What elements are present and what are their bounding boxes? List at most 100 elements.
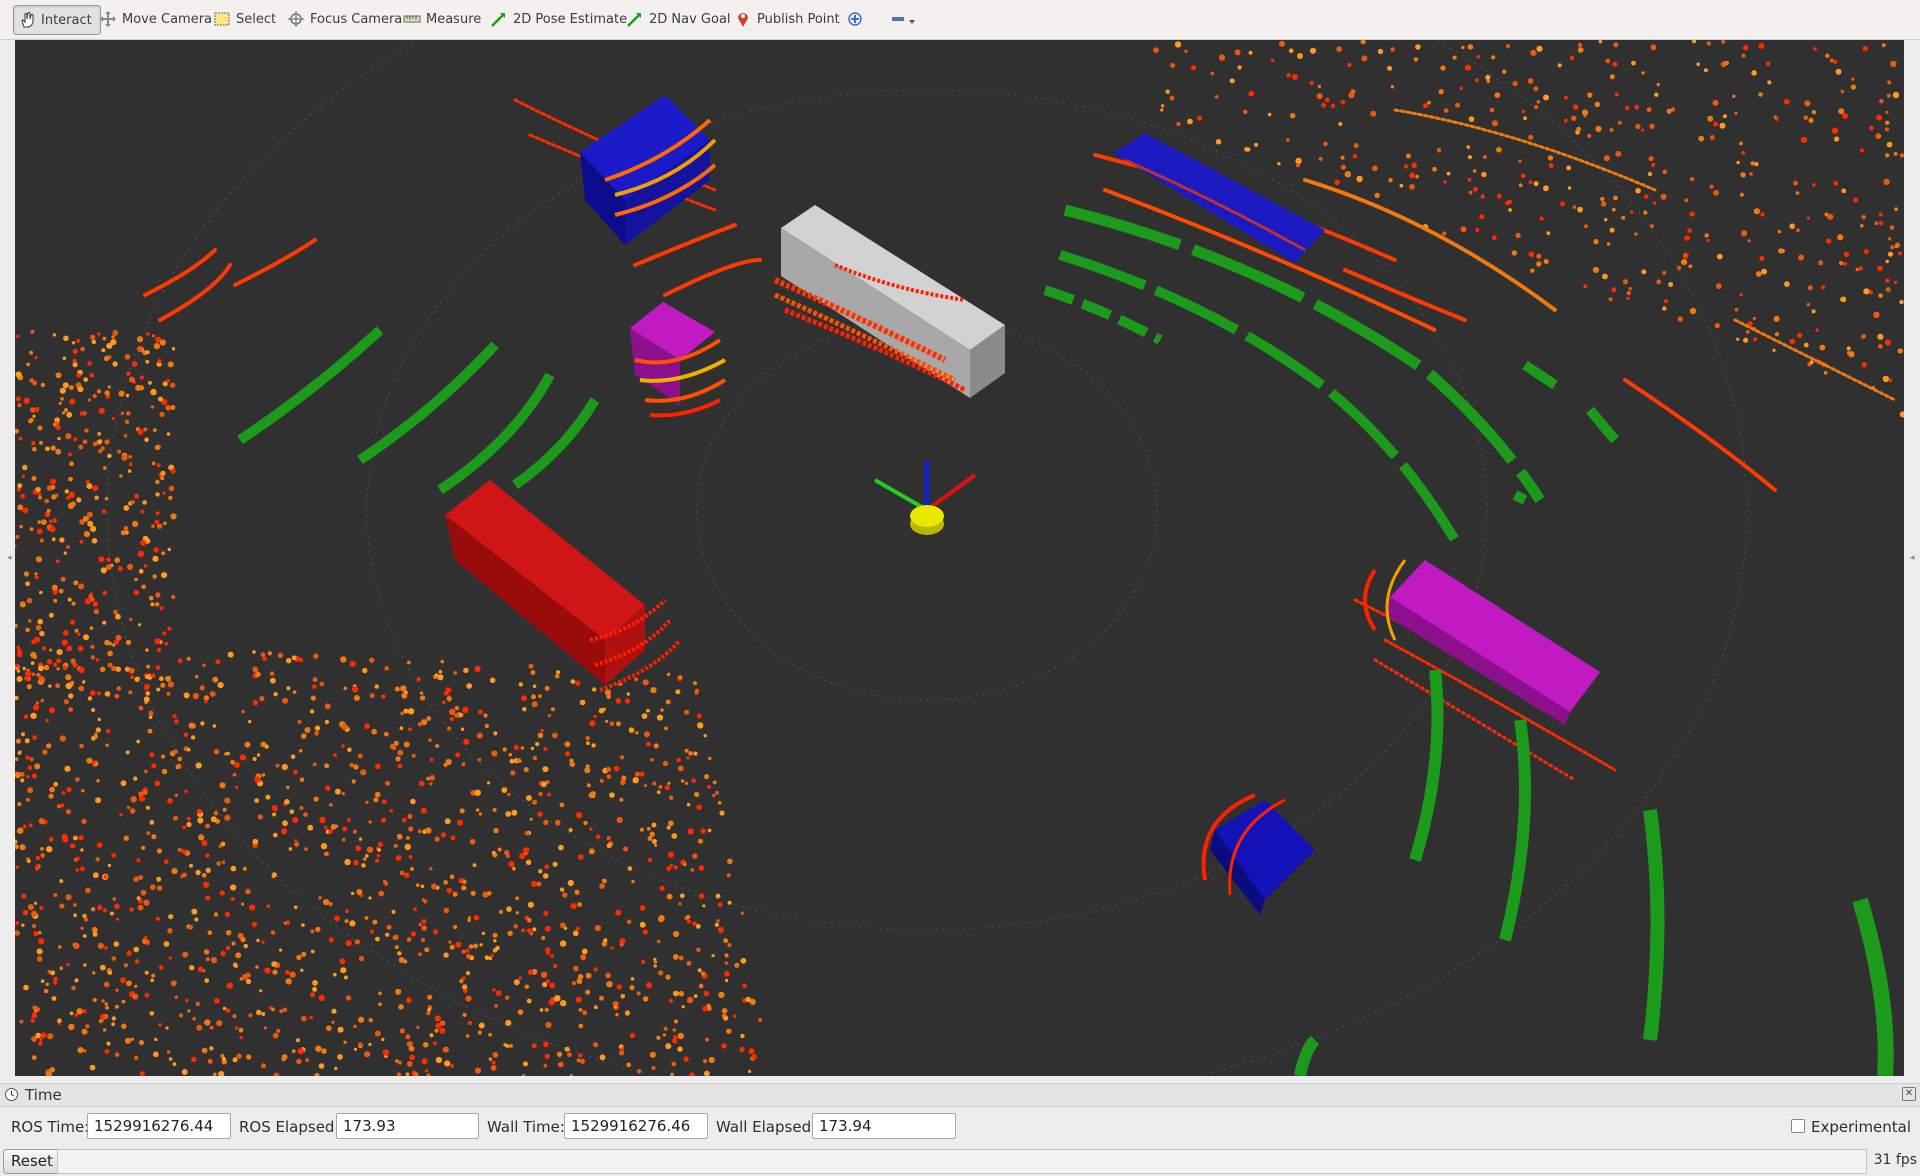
point: [1279, 40, 1285, 47]
left-dock-handle[interactable]: ◂: [7, 553, 13, 565]
point: [623, 846, 628, 852]
point: [89, 1064, 96, 1071]
point: [150, 978, 154, 983]
point: [46, 846, 53, 853]
point: [1390, 84, 1395, 89]
point: [1543, 185, 1549, 192]
point: [89, 592, 94, 597]
point: [35, 556, 42, 563]
point: [30, 1018, 35, 1023]
point: [434, 836, 440, 842]
point: [606, 843, 612, 849]
point: [421, 898, 425, 902]
publish-point-tool-button[interactable]: Publish Point: [734, 5, 840, 33]
point: [1885, 153, 1890, 158]
point: [559, 940, 567, 947]
point: [646, 826, 651, 831]
point: [26, 775, 30, 779]
point: [1842, 113, 1848, 119]
right-dock-handle[interactable]: ◂: [1910, 553, 1916, 565]
point: [481, 931, 486, 936]
point: [615, 1013, 619, 1017]
point: [79, 539, 84, 544]
point: [1165, 89, 1170, 94]
point: [700, 828, 706, 834]
remove-tool-button[interactable]: [890, 5, 923, 33]
point: [222, 1006, 227, 1011]
point: [286, 658, 292, 664]
point: [328, 937, 334, 943]
point: [312, 684, 317, 689]
point: [1289, 112, 1296, 119]
point: [102, 908, 107, 913]
point: [1244, 146, 1249, 152]
point: [155, 479, 160, 485]
wall-elapsed-field[interactable]: 173.94: [812, 1113, 956, 1139]
interact-tool-button[interactable]: Interact: [13, 5, 101, 35]
point: [191, 1056, 197, 1063]
close-panel-icon[interactable]: ✕: [1902, 1087, 1916, 1101]
ros-elapsed-field[interactable]: 173.93: [336, 1113, 479, 1139]
point: [1288, 48, 1294, 53]
reset-button[interactable]: Reset: [3, 1149, 61, 1174]
point: [605, 972, 611, 979]
move-camera-tool-button[interactable]: Move Camera: [99, 5, 212, 33]
point: [238, 1027, 244, 1033]
point: [59, 735, 66, 742]
point: [626, 1062, 632, 1068]
point: [331, 1008, 337, 1014]
point: [1291, 74, 1298, 80]
3d-viewport[interactable]: [15, 40, 1904, 1076]
point: [1634, 104, 1640, 110]
point: [1877, 265, 1883, 272]
point: [1486, 79, 1491, 84]
point: [243, 943, 248, 949]
point: [1646, 107, 1652, 113]
point: [55, 448, 62, 455]
point: [128, 455, 132, 459]
point: [512, 867, 516, 871]
point: [189, 965, 195, 971]
point: [564, 751, 570, 757]
point: [1848, 351, 1855, 358]
focus-camera-tool-button[interactable]: Focus Camera: [287, 5, 402, 33]
point: [1611, 207, 1616, 212]
add-tool-button[interactable]: [846, 5, 869, 33]
point: [26, 684, 32, 690]
point: [589, 827, 593, 831]
point: [87, 511, 93, 518]
point: [46, 659, 53, 665]
select-tool-button[interactable]: Select: [213, 5, 276, 33]
point: [442, 1046, 449, 1053]
2d-nav-goal-tool-button[interactable]: 2D Nav Goal: [626, 5, 731, 33]
experimental-checkbox[interactable]: [1791, 1119, 1805, 1133]
point: [1772, 348, 1776, 352]
point: [25, 581, 30, 587]
point: [62, 382, 69, 389]
point: [686, 802, 691, 807]
point: [134, 959, 140, 964]
measure-tool-button[interactable]: Measure: [403, 5, 481, 33]
point: [1474, 78, 1479, 83]
point: [461, 885, 467, 891]
point: [71, 985, 76, 991]
point: [34, 575, 39, 580]
point: [554, 995, 561, 1002]
point: [1641, 71, 1645, 75]
point: [693, 751, 698, 756]
point: [642, 996, 649, 1002]
wall-time-field[interactable]: 1529916276.46: [564, 1113, 708, 1139]
point: [137, 904, 144, 911]
point: [96, 779, 100, 783]
point: [165, 404, 172, 411]
point: [634, 677, 639, 682]
point: [30, 661, 35, 665]
point: [1387, 65, 1393, 71]
2d-pose-estimate-tool-button[interactable]: 2D Pose Estimate: [490, 5, 627, 33]
point: [443, 907, 449, 914]
ros-time-field[interactable]: 1529916276.44: [87, 1113, 231, 1139]
point: [357, 753, 363, 759]
point: [1621, 215, 1626, 220]
point: [276, 1028, 281, 1033]
point: [1494, 92, 1501, 98]
